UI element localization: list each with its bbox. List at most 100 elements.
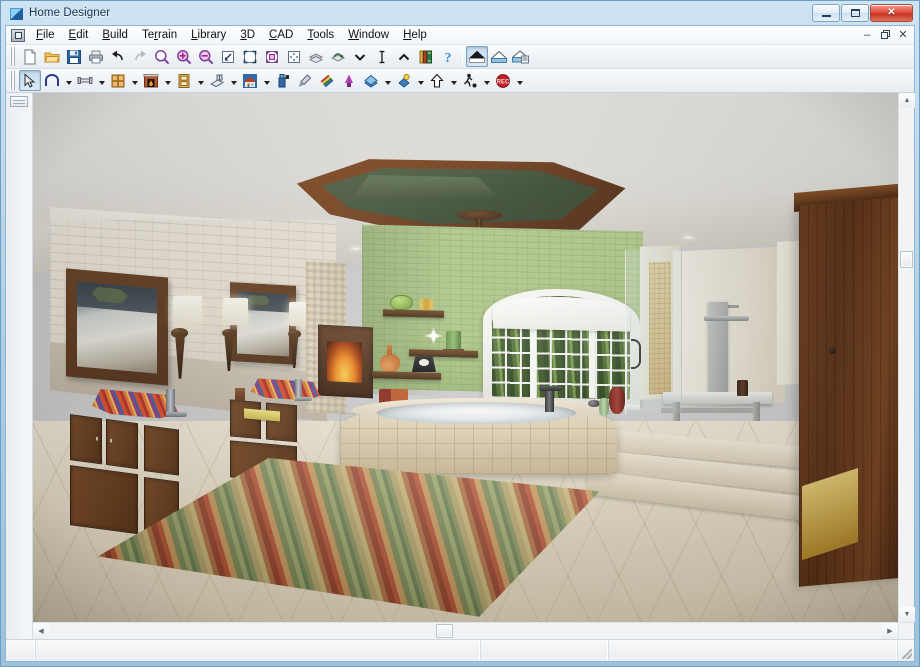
menu-window[interactable]: Window	[341, 27, 396, 43]
redo-icon[interactable]	[129, 46, 151, 67]
3d-camera-view[interactable]	[33, 93, 898, 622]
terrain-tools-dropdown[interactable]	[382, 70, 393, 91]
menu-help[interactable]: Help	[396, 27, 434, 43]
scrollbar-corner	[898, 622, 914, 639]
zoom-out-icon[interactable]	[195, 46, 217, 67]
record-walkthrough-icon[interactable]: REC	[492, 70, 514, 91]
system-menu-icon[interactable]	[11, 28, 25, 42]
menu-3d[interactable]: 3D	[233, 27, 262, 43]
save-icon[interactable]	[63, 46, 85, 67]
status-pane-3	[481, 640, 609, 661]
elevation-camera-icon[interactable]	[488, 46, 510, 67]
railing-tools-icon[interactable]	[74, 70, 96, 91]
document-area: ▲ ▼ ◀ ▶	[6, 93, 915, 639]
undo-icon[interactable]	[107, 46, 129, 67]
plant-tools-icon[interactable]	[338, 70, 360, 91]
window-tools-icon[interactable]	[206, 70, 228, 91]
status-pane-1	[6, 640, 36, 661]
pan-window-icon[interactable]	[283, 46, 305, 67]
mdi-restore-button[interactable]	[877, 27, 893, 42]
railing-tools-dropdown[interactable]	[96, 70, 107, 91]
left-dock-rail[interactable]	[6, 93, 33, 639]
vertical-scrollbar[interactable]: ▲ ▼	[898, 93, 915, 622]
fill-window-building-icon[interactable]	[239, 46, 261, 67]
maximize-button[interactable]	[841, 4, 869, 22]
window-controls: ✕	[812, 4, 913, 22]
status-pane-2	[36, 640, 481, 661]
horizontal-scrollbar[interactable]: ◀ ▶	[33, 622, 898, 639]
menu-edit[interactable]: Edit	[62, 27, 96, 43]
wall-tools-dropdown[interactable]	[63, 70, 74, 91]
menu-cad[interactable]: CAD	[262, 27, 300, 43]
zoom-icon[interactable]	[151, 46, 173, 67]
fireplace-tools-icon[interactable]	[140, 70, 162, 91]
open-plan-icon[interactable]	[41, 46, 63, 67]
wall-tools-icon[interactable]	[41, 70, 63, 91]
door-tools-icon[interactable]	[173, 70, 195, 91]
minimize-button[interactable]	[812, 4, 840, 22]
view-row: ▲ ▼	[33, 93, 915, 622]
doll-house-view-icon[interactable]	[510, 46, 532, 67]
floor-up-icon[interactable]	[393, 46, 415, 67]
new-plan-icon[interactable]	[19, 46, 41, 67]
close-button[interactable]: ✕	[870, 4, 913, 22]
floor-select-icon[interactable]	[349, 46, 371, 67]
scroll-up-button[interactable]: ▲	[899, 93, 915, 108]
help-icon[interactable]: ?	[437, 46, 459, 67]
cabinet-tools-dropdown[interactable]	[129, 70, 140, 91]
mdi-close-button[interactable]: ✕	[895, 27, 911, 42]
print-icon[interactable]	[85, 46, 107, 67]
application-window: Home Designer ✕ File Edit Build Terrain …	[0, 0, 920, 667]
material-list-icon[interactable]	[316, 70, 338, 91]
menu-file[interactable]: File	[29, 27, 62, 43]
material-paint-icon[interactable]	[272, 70, 294, 91]
tools-toolbar-grip[interactable]	[9, 71, 16, 90]
library-browser-icon[interactable]	[415, 46, 437, 67]
standard-toolbar-empty-area	[532, 45, 914, 68]
menu-library[interactable]: Library	[184, 27, 233, 43]
walkthrough-dropdown[interactable]	[481, 70, 492, 91]
full-camera-icon[interactable]	[466, 46, 488, 67]
zoom-window-icon[interactable]	[261, 46, 283, 67]
horizontal-scroll-thumb[interactable]	[436, 624, 453, 638]
arrow-up-icon[interactable]	[426, 70, 448, 91]
client-area: File Edit Build Terrain Library 3D CAD T…	[5, 25, 915, 662]
light-tools-dropdown[interactable]	[415, 70, 426, 91]
walkthrough-icon[interactable]	[459, 70, 481, 91]
scroll-right-button[interactable]: ▶	[882, 623, 898, 639]
scroll-left-button[interactable]: ◀	[33, 623, 49, 639]
select-objects-icon[interactable]	[19, 70, 41, 91]
window-tools-dropdown[interactable]	[228, 70, 239, 91]
menu-build[interactable]: Build	[95, 27, 135, 43]
mdi-window-controls: – ✕	[859, 27, 911, 42]
roof-tools-icon[interactable]	[239, 70, 261, 91]
scroll-down-button[interactable]: ▼	[899, 607, 915, 622]
floor-level-icon[interactable]	[371, 46, 393, 67]
menu-terrain[interactable]: Terrain	[135, 27, 184, 43]
zoom-in-icon[interactable]	[173, 46, 195, 67]
cabinet-tools-icon[interactable]	[107, 70, 129, 91]
arrow-up-dropdown[interactable]	[448, 70, 459, 91]
status-bar	[6, 639, 914, 661]
svg-text:REC: REC	[497, 79, 510, 85]
floor-down-icon[interactable]	[305, 46, 327, 67]
light-tools-icon[interactable]	[393, 70, 415, 91]
scene-vignette	[33, 93, 898, 622]
mdi-minimize-button[interactable]: –	[859, 27, 875, 42]
fireplace-tools-dropdown[interactable]	[162, 70, 173, 91]
toolbar-grip[interactable]	[9, 47, 16, 66]
terrain-tools-icon[interactable]	[360, 70, 382, 91]
left-rail-grip[interactable]	[10, 96, 28, 107]
tools-toolbar: REC	[6, 69, 914, 93]
eyedropper-icon[interactable]	[294, 70, 316, 91]
record-walkthrough-dropdown[interactable]	[514, 70, 525, 91]
vertical-scroll-thumb[interactable]	[900, 251, 913, 268]
menu-tools[interactable]: Tools	[300, 27, 341, 43]
roof-tools-dropdown[interactable]	[261, 70, 272, 91]
standard-toolbar: ?	[6, 45, 914, 69]
fill-window-icon[interactable]	[217, 46, 239, 67]
status-pane-4	[609, 640, 898, 661]
reference-floor-icon[interactable]	[327, 46, 349, 67]
door-tools-dropdown[interactable]	[195, 70, 206, 91]
resize-grip-icon[interactable]	[898, 640, 914, 661]
